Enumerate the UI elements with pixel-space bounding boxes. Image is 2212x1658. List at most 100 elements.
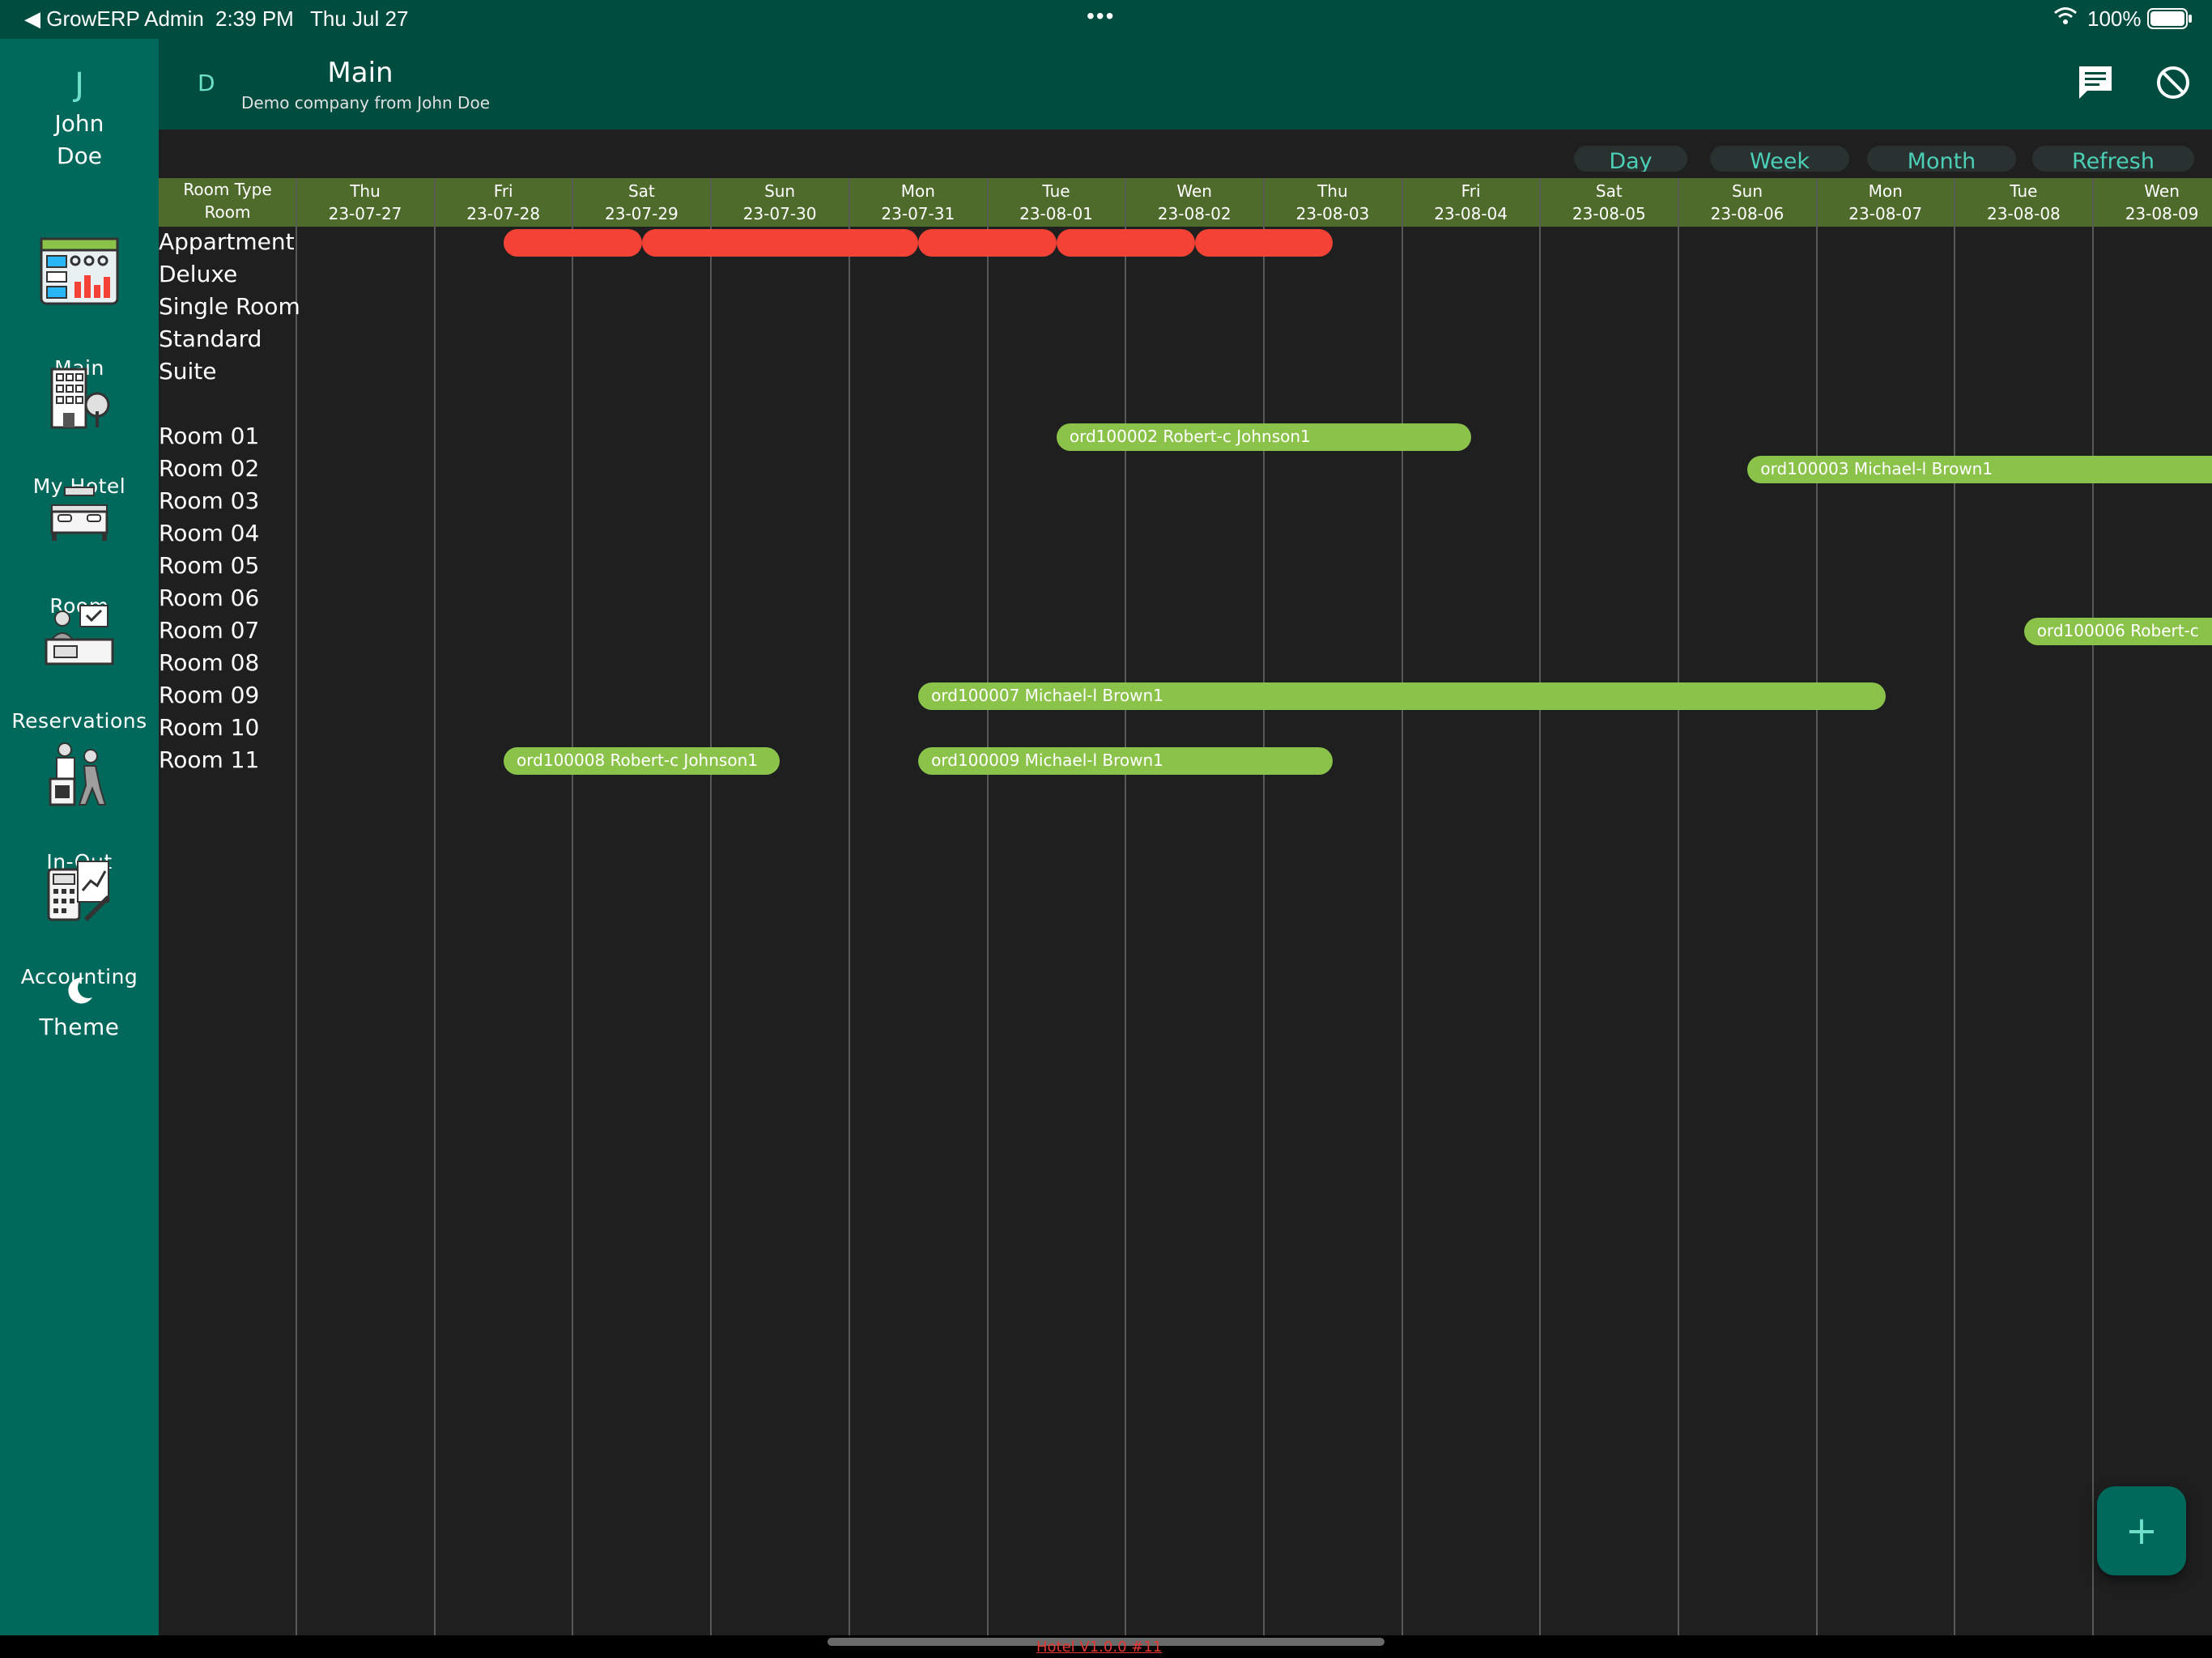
company-avatar[interactable]: D — [198, 70, 215, 96]
user-first-name: John — [54, 110, 104, 137]
refresh-button[interactable]: Refresh — [2032, 146, 2194, 172]
room-bed-icon — [50, 487, 108, 541]
day-header: Thu 23-07-27 — [296, 178, 434, 227]
day-header: Sun 23-08-06 — [1678, 178, 1816, 227]
day-header: Sat 23-08-05 — [1540, 178, 1678, 227]
day-date: 23-07-29 — [605, 204, 678, 223]
reservation-bar[interactable] — [504, 229, 642, 257]
nav-reservations[interactable]: Reservations — [0, 602, 159, 740]
status-bar: ◀ GrowERP Admin 2:39 PM Thu Jul 27 ••• 1… — [0, 0, 2212, 39]
day-header: Wen 23-08-02 — [1125, 178, 1263, 227]
multitasking-dots[interactable]: ••• — [1087, 3, 1115, 29]
moon-icon — [68, 977, 92, 1004]
reservation-bar[interactable]: ord100003 Michael-l Brown1 — [1747, 456, 2212, 483]
day-name: Thu — [1317, 181, 1348, 201]
day-name: Thu — [350, 181, 381, 201]
day-header: Wen 23-08-09 — [2093, 178, 2212, 227]
day-name: Mon — [900, 181, 935, 201]
row-label: Room 03 — [159, 487, 260, 514]
grid-line — [1401, 178, 1403, 1635]
day-name: Wen — [2144, 181, 2180, 201]
chat-button[interactable] — [2074, 62, 2116, 104]
week-view-button[interactable]: Week — [1710, 146, 1849, 172]
day-date: 23-08-09 — [2125, 204, 2199, 223]
user-avatar[interactable]: J — [0, 66, 159, 104]
day-name: Wen — [1176, 181, 1212, 201]
grid-line — [1678, 178, 1679, 1635]
day-name: Sun — [764, 181, 796, 201]
row-label: Appartment — [159, 228, 295, 255]
row-label: Suite — [159, 358, 217, 385]
day-date: 23-07-30 — [742, 204, 817, 223]
dashboard-icon — [40, 237, 119, 305]
reservation-bar[interactable]: ord100008 Robert-c Johnson1 — [504, 747, 781, 775]
day-date: 23-08-08 — [1987, 204, 2061, 223]
grid-line — [1125, 178, 1127, 1635]
company-subtitle: Demo company from John Doe — [241, 93, 491, 113]
day-header: Mon 23-07-31 — [849, 178, 987, 227]
reservation-bar[interactable] — [1056, 229, 1195, 257]
row-label: Room 09 — [159, 682, 260, 708]
grid-line — [848, 178, 850, 1635]
corner-room-label: Room — [204, 202, 251, 222]
logout-button[interactable] — [2152, 62, 2194, 104]
reservation-bar-label: ord100007 Michael-l Brown1 — [931, 686, 1163, 705]
day-date: 23-08-03 — [1295, 204, 1370, 223]
reservation-bar[interactable]: ord100002 Robert-c Johnson1 — [1056, 423, 1471, 451]
nav-theme[interactable]: Theme — [0, 971, 159, 1069]
day-name: Sun — [1731, 181, 1763, 201]
day-name: Fri — [1461, 181, 1481, 201]
grid-line — [296, 178, 297, 1635]
row-label: Room 05 — [159, 552, 260, 579]
version-link[interactable]: Hotel V1.0.0 #11 — [1036, 1639, 1162, 1656]
day-header: Sun 23-07-30 — [711, 178, 849, 227]
day-name: Tue — [2010, 181, 2038, 201]
row-label: Room 06 — [159, 585, 260, 611]
plus-icon: + — [2125, 1508, 2159, 1554]
block-icon — [2157, 66, 2189, 99]
navigation-rail: J John Doe Main My Hotel — [0, 39, 159, 1635]
nav-main[interactable]: Main — [0, 236, 159, 382]
grid-line — [433, 178, 436, 1635]
reservation-bar[interactable]: ord100007 Michael-l Brown1 — [918, 682, 1887, 710]
add-reservation-button[interactable]: + — [2097, 1486, 2186, 1575]
reservation-bar[interactable] — [918, 229, 1057, 257]
row-label: Standard — [159, 325, 262, 352]
day-name: Tue — [1042, 181, 1070, 201]
reservation-bar-label: ord100009 Michael-l Brown1 — [931, 750, 1163, 770]
day-date: 23-07-28 — [466, 204, 541, 223]
day-header: Fri 23-07-28 — [435, 178, 572, 227]
bellhop-luggage-icon — [49, 742, 107, 806]
status-date: Thu Jul 27 — [310, 6, 409, 31]
day-name: Sat — [1595, 181, 1623, 201]
day-header: Thu 23-08-03 — [1264, 178, 1402, 227]
nav-my-hotel[interactable]: My Hotel — [0, 366, 159, 504]
month-view-button[interactable]: Month — [1867, 146, 2016, 172]
grid-line — [986, 178, 989, 1635]
day-name: Mon — [1868, 181, 1903, 201]
day-date: 23-07-27 — [328, 204, 402, 223]
row-label: Room 08 — [159, 649, 260, 676]
day-date: 23-07-31 — [881, 204, 955, 223]
reservation-bar[interactable] — [1194, 229, 1334, 257]
grid-line — [2092, 178, 2095, 1635]
row-label: Room 02 — [159, 455, 260, 482]
grid-line — [572, 178, 574, 1635]
gantt-header: Room Type Room Thu 23-07-27 Fri 23-07-28 Sat… — [159, 178, 2212, 227]
nav-reservations-label: Reservations — [11, 709, 147, 733]
reservation-bar[interactable]: ord100006 Robert-c — [2023, 618, 2212, 645]
day-header: Mon 23-08-07 — [1817, 178, 1955, 227]
row-label: Single Room — [159, 293, 300, 320]
grid-line — [1954, 178, 1956, 1635]
page-title: Main — [327, 57, 393, 89]
reservation-bar[interactable]: ord100009 Michael-l Brown1 — [918, 747, 1334, 775]
chat-icon — [2079, 66, 2112, 99]
accounting-calculator-icon — [47, 861, 110, 921]
back-to-app-link[interactable]: ◀ GrowERP Admin — [24, 6, 204, 32]
day-date: 23-08-01 — [1019, 204, 1093, 223]
row-label: Room 01 — [159, 423, 260, 449]
day-view-button[interactable]: Day — [1574, 146, 1687, 172]
status-time: 2:39 PM — [215, 6, 294, 31]
reservation-bar[interactable] — [641, 229, 919, 257]
day-name: Fri — [493, 181, 513, 201]
